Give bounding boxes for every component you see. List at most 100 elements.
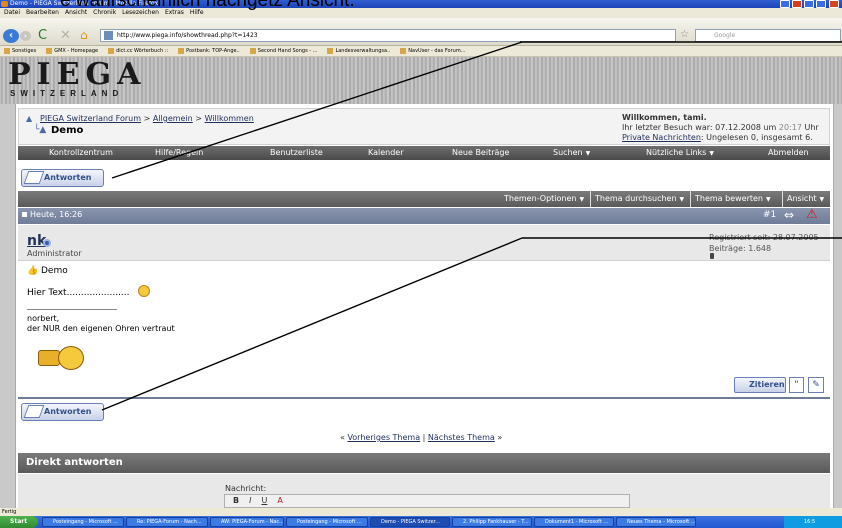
stop-icon[interactable]: ✕ — [60, 28, 71, 43]
dropdown-arrow-icon: ▼ — [579, 196, 585, 203]
close-button[interactable] — [829, 0, 839, 8]
overlay-caption: e wahrscheinlich nachgetz Ansicht. — [60, 0, 355, 11]
logo-subtitle: SWITZERLAND — [10, 89, 124, 98]
post-footer — [18, 397, 830, 399]
previous-thread-link[interactable]: Vorheriges Thema — [347, 433, 420, 442]
signature-divider — [27, 309, 117, 310]
post-icon — [22, 212, 27, 217]
menu-bearbeiten[interactable]: Bearbeiten — [26, 9, 59, 16]
edit-icon[interactable]: ✎ — [808, 377, 824, 393]
private-messages-link[interactable]: Private Nachrichten — [622, 133, 701, 142]
status-bar: Fertig — [0, 508, 842, 516]
reputation-icon — [710, 253, 714, 259]
thread-title: Demo — [51, 125, 84, 136]
smiley-icon — [138, 285, 150, 297]
start-button[interactable]: Start — [0, 516, 38, 528]
reload-icon[interactable]: C — [38, 28, 47, 43]
maximize-button[interactable] — [816, 0, 826, 8]
forum-home-icon[interactable]: ▲ — [26, 114, 32, 123]
signature-smiley-icon — [58, 346, 84, 370]
quick-quote-icon[interactable]: " — [789, 377, 804, 393]
taskbar-item[interactable]: 2. Philipp Fankhauser - T... — [452, 517, 532, 527]
welcome-greeting: Willkommen, tami. — [622, 113, 707, 122]
dropdown-arrow-icon: ▼ — [585, 150, 591, 157]
system-tray-clock: 16:5 — [784, 516, 842, 528]
bookmark-item[interactable]: GMX - Homepage — [46, 47, 98, 54]
taskbar-item[interactable]: Dokument1 - Microsoft ... — [534, 517, 614, 527]
underline-button[interactable]: U — [261, 496, 267, 505]
bookmark-item[interactable]: Postbank: TOP-Ange.. — [178, 47, 240, 54]
bookmark-item[interactable]: Second Hand Songs - ... — [249, 47, 317, 54]
next-thread-link[interactable]: Nächstes Thema — [428, 433, 495, 442]
font-color-button[interactable]: A — [277, 496, 282, 505]
welcome-box: Willkommen, tami. Ihr letzter Besuch war… — [622, 113, 819, 142]
forum-content — [15, 104, 834, 508]
breadcrumb-willkommen[interactable]: Willkommen — [205, 114, 254, 123]
thumbs-up-icon: 👍 — [27, 266, 39, 276]
thread-icon: └▲ — [34, 125, 47, 135]
post-body: Hier Text...................... — [27, 288, 130, 298]
bookmark-item[interactable]: Landesverwaltungsa.. — [327, 47, 390, 54]
post-date: Heute, 16:26 — [22, 210, 82, 219]
multiquote-icon[interactable]: ⇔ — [784, 209, 794, 222]
home-icon[interactable]: ⌂ — [80, 28, 88, 42]
nav-abmelden[interactable]: Abmelden — [768, 146, 809, 160]
taskbar-item-active[interactable]: Demo - PIEGA Switzer... — [370, 517, 450, 527]
site-favicon-icon — [104, 31, 113, 40]
forward-icon[interactable]: › — [20, 31, 31, 41]
dropdown-arrow-icon: ▼ — [766, 196, 771, 203]
post-header — [18, 208, 830, 224]
nav-hilfe-regeln[interactable]: Hilfe/Regeln — [155, 146, 203, 160]
dropdown-arrow-icon: ▼ — [679, 196, 685, 203]
message-label: Nachricht: — [225, 484, 267, 493]
post-title: Demo — [41, 266, 68, 276]
firefox-icon — [1, 1, 8, 7]
breadcrumb: PIEGA Switzerland Forum > Allgemein > Wi… — [40, 114, 254, 123]
taskbar-item[interactable]: Re: PIEGA-Forum - Nach... — [126, 517, 208, 527]
user-title: Administrator — [27, 249, 82, 258]
signature-text: norbert, der NUR den eigenen Ohren vertra… — [27, 314, 175, 333]
bookmark-item[interactable]: dict.cc Wörterbuch :: — [108, 47, 168, 54]
taskbar-item[interactable]: Posteingang - Microsoft ... — [42, 517, 124, 527]
logo[interactable]: PIEGA — [8, 60, 146, 90]
breadcrumb-forum[interactable]: PIEGA Switzerland Forum — [40, 114, 141, 123]
thread-rate-menu[interactable]: Thema bewerten ▼ — [690, 191, 771, 207]
bookmark-star-icon[interactable]: ☆ — [680, 29, 689, 40]
user-stats: Registriert seit: 28.07.2005 Beiträge: 1.… — [709, 233, 819, 253]
online-status-icon — [43, 239, 51, 247]
thread-search-menu[interactable]: Thema durchsuchen ▼ — [590, 191, 684, 207]
italic-button[interactable]: I — [249, 496, 251, 505]
dropdown-arrow-icon: ▼ — [819, 196, 825, 203]
nav-suchen[interactable]: Suchen ▼ — [553, 146, 590, 160]
nav-kalender[interactable]: Kalender — [368, 146, 404, 160]
thread-view-menu[interactable]: Ansicht ▼ — [782, 191, 824, 207]
nav-benutzerliste[interactable]: Benutzerliste — [270, 146, 323, 160]
search-input[interactable]: Google — [695, 29, 841, 42]
bookmark-item[interactable]: NavUser - das Forum... — [400, 47, 465, 54]
address-bar[interactable]: http://www.piega.info/showthread.php?t=1… — [100, 29, 676, 42]
thread-options-menu[interactable]: Themen-Optionen ▼ — [500, 191, 584, 207]
editor-toolbar: BIUA — [224, 494, 630, 508]
taskbar-tray-icon-1[interactable] — [780, 0, 790, 8]
taskbar-item[interactable]: Posteingang - Microsoft ... — [286, 517, 368, 527]
report-icon[interactable]: ⚠ — [806, 208, 818, 222]
back-icon[interactable]: ‹ — [3, 29, 19, 43]
taskbar-item[interactable]: Neues Thema - Microsoft ... — [616, 517, 696, 527]
taskbar-item[interactable]: AW: PIEGA-Forum - Nac... — [210, 517, 284, 527]
menu-datei[interactable]: Datei — [4, 9, 20, 16]
nav-neue-beitraege[interactable]: Neue Beiträge — [452, 146, 509, 160]
post-number[interactable]: #1 — [763, 210, 776, 220]
nav-kontrollzentrum[interactable]: Kontrollzentrum — [49, 146, 113, 160]
quick-reply-header: Direkt antworten — [18, 453, 830, 473]
bookmarks-bar: Sonstiges GMX - Homepage dict.cc Wörterbuc… — [0, 46, 842, 57]
quote-button[interactable]: Zitieren — [734, 377, 786, 393]
dropdown-arrow-icon: ▼ — [709, 150, 714, 157]
nav-nuetzliche-links[interactable]: Nützliche Links ▼ — [646, 146, 714, 160]
bold-button[interactable]: B — [233, 496, 239, 505]
bookmark-item[interactable]: Sonstiges — [4, 47, 36, 54]
tray-icon-2[interactable] — [792, 0, 802, 8]
thread-navigation: « Vorheriges Thema | Nächstes Thema » — [340, 433, 503, 442]
minimize-button[interactable] — [804, 0, 814, 8]
breadcrumb-allgemein[interactable]: Allgemein — [153, 114, 193, 123]
signature-image — [38, 350, 60, 366]
